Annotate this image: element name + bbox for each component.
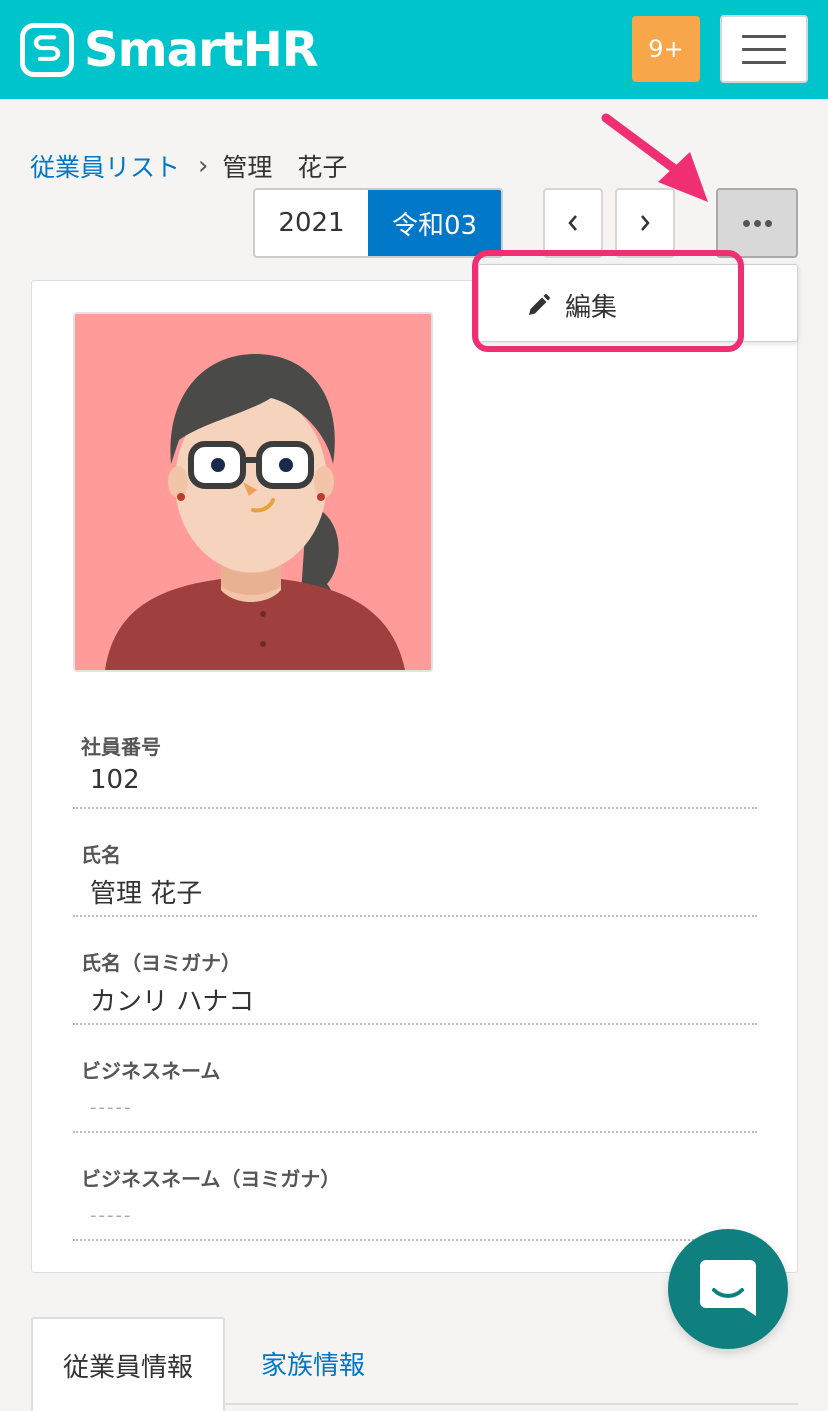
field-value: -----	[90, 1097, 133, 1118]
more-actions-button[interactable]	[716, 188, 798, 258]
logo-text: SmartHR	[84, 22, 319, 78]
smarthr-logo[interactable]: SmartHR	[20, 22, 319, 78]
field-value: カンリ ハナコ	[90, 987, 255, 1017]
employee-profile-card: 社員番号 102 氏名 管理 花子 氏名（ヨミガナ） カンリ ハナコ ビジネスネ…	[31, 280, 798, 1273]
year-western-button[interactable]: 2021	[255, 190, 368, 256]
tab-family-info[interactable]: 家族情報	[261, 1345, 365, 1382]
hamburger-icon	[742, 34, 786, 38]
field-value: 102	[90, 765, 140, 795]
employee-tabs: 従業員情報 家族情報	[31, 1317, 798, 1411]
employee-photo[interactable]	[73, 312, 433, 672]
tab-employee-info[interactable]: 従業員情報	[31, 1317, 225, 1411]
field-label: ビジネスネーム（ヨミガナ）	[81, 1167, 341, 1191]
logo-mark-icon	[20, 23, 74, 77]
year-japanese-button[interactable]: 令和03	[368, 190, 501, 256]
field-business-name: ビジネスネーム -----	[73, 1049, 757, 1133]
field-label: 氏名	[81, 843, 121, 867]
field-label: 氏名（ヨミガナ）	[81, 951, 241, 975]
more-horizontal-icon	[742, 219, 750, 227]
field-name-kana: 氏名（ヨミガナ） カンリ ハナコ	[73, 941, 757, 1025]
annotation-arrow-icon	[601, 113, 708, 202]
field-name: 氏名 管理 花子	[73, 833, 757, 917]
field-label: 社員番号	[81, 735, 161, 759]
field-business-name-kana: ビジネスネーム（ヨミガナ） -----	[73, 1157, 757, 1241]
chat-launcher-button[interactable]	[668, 1229, 788, 1349]
hamburger-menu-button[interactable]	[720, 15, 808, 83]
chevron-right-icon	[641, 215, 650, 231]
top-header: SmartHR 9+	[0, 0, 828, 99]
chevron-right-icon: ›	[198, 151, 209, 181]
breadcrumb-current: 管理 花子	[222, 153, 348, 182]
breadcrumb-employee-list-link[interactable]: 従業員リスト	[30, 148, 180, 184]
field-value: 管理 花子	[90, 879, 203, 909]
chevron-left-icon	[568, 215, 577, 231]
breadcrumb: 従業員リスト › 管理 花子	[30, 148, 347, 184]
field-label: ビジネスネーム	[81, 1059, 221, 1083]
field-employee-number: 社員番号 102	[73, 725, 757, 809]
field-value: -----	[90, 1205, 133, 1226]
highlight-annotation-box	[472, 250, 744, 352]
notification-badge[interactable]: 9+	[632, 16, 700, 82]
chat-icon	[700, 1260, 756, 1316]
year-format-toggle: 2021 令和03	[253, 188, 503, 258]
